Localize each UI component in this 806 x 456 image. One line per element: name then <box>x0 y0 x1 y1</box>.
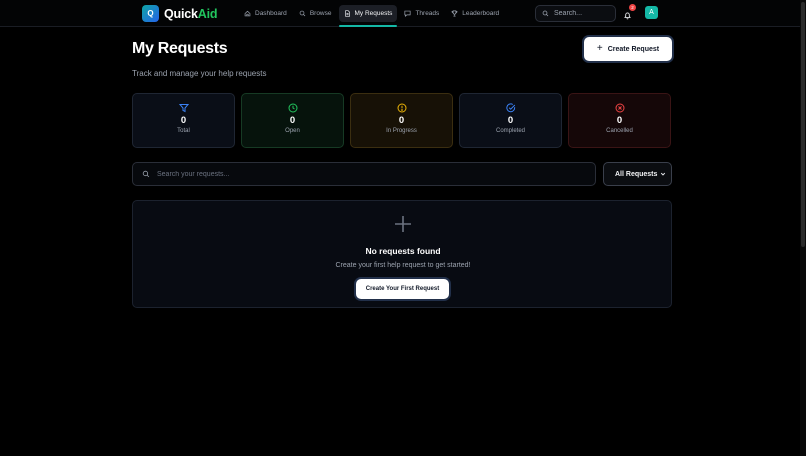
clock-icon <box>288 103 297 113</box>
stat-open-value: 0 <box>289 115 296 126</box>
stat-in-progress-value: 0 <box>398 115 405 126</box>
chat-icon <box>404 10 411 17</box>
notification-count-badge: 2 <box>629 4 636 11</box>
page-scrollbar[interactable] <box>800 0 806 456</box>
create-request-label: Create Request <box>607 45 660 53</box>
nav-leaderboard[interactable]: Leaderboard <box>446 5 504 22</box>
main-nav: Dashboard Browse My Requests Threads Lea… <box>239 5 504 27</box>
alert-circle-icon <box>397 103 406 113</box>
create-request-button[interactable]: + Create Request <box>584 37 672 61</box>
app-logo[interactable]: Q QuickAid <box>142 5 217 22</box>
scrollbar-thumb[interactable] <box>801 2 805 247</box>
document-icon <box>344 10 350 17</box>
app-name: QuickAid <box>164 7 217 21</box>
stat-card-in-progress[interactable]: 0 In Progress <box>350 93 453 148</box>
global-search[interactable] <box>535 5 616 22</box>
stat-card-completed[interactable]: 0 Completed <box>459 93 562 148</box>
chevron-down-icon <box>660 172 666 176</box>
stat-card-open[interactable]: 0 Open <box>241 93 344 148</box>
search-icon <box>299 10 306 17</box>
stat-cancelled-label: Cancelled <box>606 128 633 134</box>
stat-completed-label: Completed <box>495 128 525 134</box>
search-icon <box>142 170 150 178</box>
x-circle-icon <box>615 103 624 113</box>
nav-dashboard[interactable]: Dashboard <box>239 5 292 22</box>
page-title: My Requests <box>132 40 228 57</box>
page-subtitle: Track and manage your help requests <box>132 69 267 78</box>
nav-my-requests-label: My Requests <box>354 10 393 17</box>
nav-threads[interactable]: Threads <box>399 5 444 22</box>
check-circle-icon <box>505 103 515 113</box>
filter-icon <box>178 104 189 113</box>
empty-state-panel: No requests found Create your first help… <box>132 200 672 308</box>
stat-total-value: 0 <box>180 115 187 126</box>
bell-icon <box>624 12 631 20</box>
status-filter-value: All Requests <box>615 170 658 178</box>
global-search-input[interactable] <box>554 10 614 17</box>
empty-state-description: Create your first help request to get st… <box>335 262 471 269</box>
status-filter-select[interactable]: All Requests <box>603 162 672 186</box>
create-first-request-button[interactable]: Create Your First Request <box>356 279 449 299</box>
top-navbar: Q QuickAid Dashboard Browse My Requests … <box>0 0 806 27</box>
requests-search[interactable] <box>132 162 596 186</box>
nav-my-requests[interactable]: My Requests <box>338 5 398 27</box>
stat-completed-value: 0 <box>507 115 514 126</box>
nav-threads-label: Threads <box>415 10 440 17</box>
logo-badge: Q <box>142 5 159 22</box>
stat-in-progress-label: In Progress <box>386 128 417 134</box>
stat-total-label: Total <box>177 128 190 134</box>
notifications-button[interactable]: 2 <box>623 4 636 20</box>
empty-state-title: No requests found <box>365 246 441 256</box>
app-name-part2: Aid <box>197 6 218 21</box>
app-name-part1: Quick <box>164 6 198 21</box>
home-icon <box>244 10 251 17</box>
search-icon <box>542 10 549 17</box>
stat-card-total[interactable]: 0 Total <box>132 93 235 148</box>
nav-browse-label: Browse <box>309 10 332 17</box>
stat-card-cancelled[interactable]: 0 Cancelled <box>568 93 671 148</box>
nav-browse[interactable]: Browse <box>294 5 337 22</box>
requests-search-input[interactable] <box>157 170 577 178</box>
stat-cancelled-value: 0 <box>616 115 623 126</box>
user-avatar[interactable]: A <box>645 6 658 19</box>
stat-open-label: Open <box>285 128 300 134</box>
plus-icon: + <box>596 43 603 54</box>
trophy-icon <box>451 10 458 17</box>
plus-icon <box>395 216 411 232</box>
nav-leaderboard-label: Leaderboard <box>462 10 500 17</box>
nav-dashboard-label: Dashboard <box>255 10 287 17</box>
